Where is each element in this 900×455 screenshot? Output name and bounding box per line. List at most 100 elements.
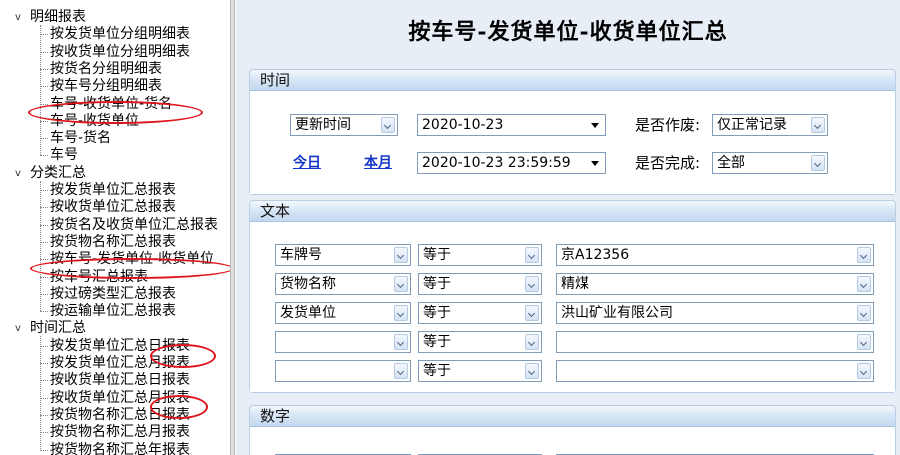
void-value: 仅正常记录 [717, 117, 787, 133]
end-date-value: 2020-10-23 23:59:59 [422, 155, 571, 171]
chevron-down-icon[interactable] [857, 247, 871, 263]
time-type-value: 更新时间 [295, 117, 351, 133]
dropdown-arrow-icon[interactable] [591, 123, 599, 128]
start-date-value: 2020-10-23 [422, 117, 504, 133]
text-operator-select[interactable]: 等于 [418, 273, 542, 295]
tree-connector [40, 293, 48, 295]
text-group: 文本 车牌号 等于 京A12356 货物名称 等于 精煤 发货单位 等于 洪山矿业有限公司 等于等… [249, 200, 896, 393]
void-select[interactable]: 仅正常记录 [712, 114, 828, 136]
tree-connector [40, 259, 48, 261]
tree-connector [40, 276, 48, 278]
time-group: 时间 更新时间 2020-10-23 是否作废: 仅正常记录 今日 本月 202… [249, 69, 896, 195]
chevron-down-icon[interactable] [394, 334, 408, 350]
tree-connector [40, 25, 41, 156]
tree-item-label: 按货物名称汇总年报表 [50, 441, 190, 455]
tree-connector [40, 68, 48, 70]
chevron-down-icon[interactable] [525, 247, 539, 263]
text-field-select[interactable]: 货物名称 [275, 273, 411, 295]
tree-connector [40, 311, 48, 313]
panel-splitter[interactable] [230, 0, 235, 455]
time-type-select[interactable]: 更新时间 [290, 114, 398, 136]
text-value-field[interactable]: 精煤 [556, 273, 874, 295]
tree-item-label: 按货物名称汇总月报表 [50, 424, 190, 441]
tree-connector [40, 363, 48, 364]
text-group-body: 车牌号 等于 京A12356 货物名称 等于 精煤 发货单位 等于 洪山矿业有限公司 等于 等于 [250, 222, 895, 392]
this-month-link[interactable]: 本月 [364, 152, 392, 174]
text-value-field[interactable]: 洪山矿业有限公司 [556, 302, 874, 324]
chevron-down-icon[interactable] [394, 305, 408, 321]
text-operator-select-value: 等于 [423, 334, 451, 350]
text-operator-select[interactable]: 等于 [418, 244, 542, 266]
tree-connector [40, 397, 48, 399]
query-panel: 按车号-发货单位-收货单位汇总 时间 更新时间 2020-10-23 是否作废:… [236, 0, 900, 455]
chevron-down-icon[interactable] [857, 334, 871, 350]
tree-item-label: 车号-货名 [50, 130, 112, 147]
tree-folder-label: 时间汇总 [30, 320, 86, 337]
tree-item-label: 按车号分组明细表 [50, 78, 162, 95]
text-field-select[interactable]: 发货单位 [275, 302, 411, 324]
chevron-down-icon[interactable] [857, 305, 871, 321]
chevron-down-icon[interactable] [394, 276, 408, 292]
chevron-down-icon[interactable]: v [12, 9, 24, 26]
start-date-picker[interactable]: 2020-10-23 [417, 114, 606, 136]
text-value-field[interactable] [556, 360, 874, 382]
tree-connector [40, 138, 48, 140]
tree-item-label: 按收货单位汇总报表 [50, 199, 176, 216]
tree-connector [40, 120, 48, 122]
text-operator-select[interactable]: 等于 [418, 360, 542, 382]
chevron-down-icon[interactable] [811, 117, 825, 133]
text-field-select-value: 货物名称 [280, 276, 336, 292]
text-operator-select-value: 等于 [423, 247, 451, 263]
annotation-ellipse [150, 344, 216, 368]
chevron-down-icon[interactable] [394, 363, 408, 379]
page-title: 按车号-发货单位-收货单位汇总 [408, 19, 728, 45]
tree-connector [40, 449, 48, 451]
chevron-down-icon[interactable] [394, 247, 408, 263]
tree-item-label: 按过磅类型汇总报表 [50, 285, 176, 302]
chevron-down-icon[interactable] [857, 276, 871, 292]
chevron-down-icon[interactable] [525, 276, 539, 292]
text-value-field[interactable]: 京A12356 [556, 244, 874, 266]
tree-item-label: 按发货单位汇总报表 [50, 182, 176, 198]
annotation-ellipse [30, 258, 230, 279]
tree-connector [40, 180, 41, 312]
report-tree: v 明细报表 按发货单位分组明细表 按收货单位分组明细表 按货名分组明细表 按车号分组明细… [0, 0, 230, 455]
text-group-header: 文本 [250, 201, 895, 222]
text-operator-select-value: 等于 [423, 363, 451, 379]
text-value-field[interactable] [556, 331, 874, 353]
chevron-down-icon[interactable] [811, 155, 825, 171]
dropdown-arrow-icon[interactable] [591, 161, 599, 166]
number-group: 数字 [249, 405, 896, 455]
text-field-select[interactable]: 车牌号 [275, 244, 411, 266]
done-label: 是否完成: [635, 154, 701, 172]
chevron-down-icon[interactable] [857, 363, 871, 379]
text-operator-select[interactable]: 等于 [418, 331, 542, 353]
text-field-select[interactable] [275, 331, 411, 353]
annotation-ellipse [150, 395, 208, 419]
end-date-picker[interactable]: 2020-10-23 23:59:59 [417, 152, 606, 174]
chevron-down-icon[interactable] [381, 117, 395, 133]
chevron-down-icon[interactable]: v [12, 320, 24, 337]
tree-connector [40, 51, 48, 53]
text-operator-select-value: 等于 [423, 305, 451, 321]
text-field-select[interactable] [275, 360, 411, 382]
tree-folder-label: 分类汇总 [30, 164, 86, 181]
time-group-header: 时间 [250, 70, 895, 91]
chevron-down-icon[interactable]: v [12, 165, 24, 182]
tree-item-label: 车号 [50, 147, 78, 164]
void-label: 是否作废: [635, 116, 701, 134]
annotation-ellipse [28, 101, 203, 124]
chevron-down-icon[interactable] [525, 334, 539, 350]
text-field-select-value: 车牌号 [280, 247, 322, 263]
tree-item-label: 按货名分组明细表 [50, 60, 162, 77]
chevron-down-icon[interactable] [525, 363, 539, 379]
today-link[interactable]: 今日 [293, 152, 321, 174]
tree-connector [40, 155, 48, 157]
tree-item-label: 按运输单位汇总报表 [50, 303, 176, 320]
tree-connector [40, 241, 48, 243]
chevron-down-icon[interactable] [525, 305, 539, 321]
tree-item-label: 按货名及收货单位汇总报表 [50, 216, 218, 233]
done-select[interactable]: 全部 [712, 152, 828, 174]
text-operator-select[interactable]: 等于 [418, 302, 542, 324]
done-value: 全部 [717, 155, 745, 171]
